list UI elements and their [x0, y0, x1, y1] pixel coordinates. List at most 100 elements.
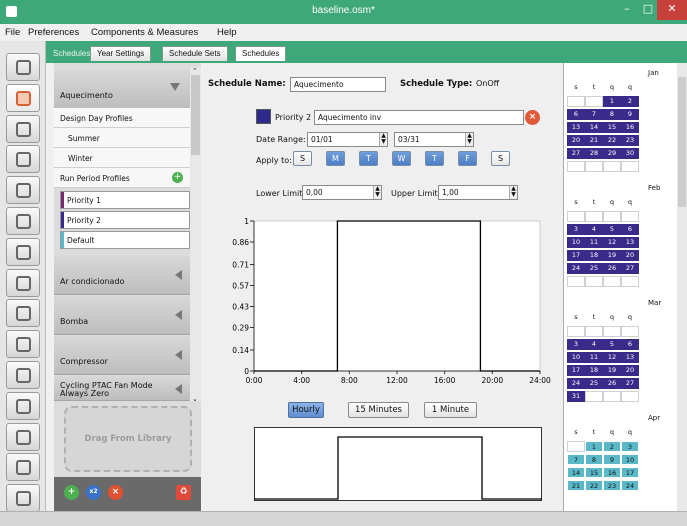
remove-icon[interactable]: × — [108, 485, 123, 500]
spaces-icon[interactable] — [6, 268, 40, 297]
schedule-header-aquecimento[interactable]: Aquecimento — [54, 70, 190, 109]
calendar-day[interactable]: 4 — [585, 224, 603, 235]
calendar-day[interactable]: 31 — [567, 391, 585, 402]
menu-preferences[interactable]: Preferences — [28, 27, 79, 38]
calendar-day[interactable]: 20 — [621, 365, 639, 376]
profile-name-input[interactable]: Aquecimento inv — [314, 110, 524, 125]
calendar-day[interactable]: 19 — [603, 250, 621, 261]
calendar-day[interactable] — [567, 326, 585, 337]
add-profile-icon[interactable]: + — [172, 172, 183, 183]
calendar-day[interactable]: 20 — [567, 135, 585, 146]
calendar-day[interactable] — [585, 211, 603, 222]
calendar-day[interactable] — [603, 326, 621, 337]
day-sunday-button[interactable]: S — [293, 151, 312, 166]
calendar-day[interactable]: 6 — [567, 109, 585, 120]
run-icon[interactable] — [6, 453, 40, 482]
calendar-day[interactable]: 14 — [585, 122, 603, 133]
calendar-day[interactable]: 24 — [621, 480, 639, 491]
results-icon[interactable] — [6, 484, 40, 513]
loads-icon[interactable] — [6, 145, 40, 174]
lower-limit-spinner[interactable]: ▲ ▼ — [373, 186, 381, 199]
calendar-day[interactable] — [567, 161, 585, 172]
calendar-day[interactable]: 16 — [603, 467, 621, 478]
calendar-day[interactable] — [567, 276, 585, 287]
calendar-day[interactable]: 30 — [621, 148, 639, 159]
calendar-day[interactable] — [621, 161, 639, 172]
calendar-day[interactable]: 13 — [621, 237, 639, 248]
calendar-day[interactable]: 8 — [603, 109, 621, 120]
calendar-day[interactable]: 10 — [567, 352, 585, 363]
calendar-day[interactable]: 23 — [621, 135, 639, 146]
calendar-day[interactable]: 1 — [585, 441, 603, 452]
schedule-name-input[interactable]: Aquecimento — [290, 77, 386, 92]
thermal-zones-icon[interactable] — [6, 299, 40, 328]
constructions-icon[interactable] — [6, 114, 40, 143]
calendar-day[interactable]: 19 — [603, 365, 621, 376]
date-start-spinner[interactable]: ▲ ▼ — [379, 133, 387, 146]
menu-help[interactable]: Help — [217, 27, 237, 38]
minimize-icon[interactable]: – — [617, 0, 637, 20]
facility-icon[interactable] — [6, 237, 40, 266]
date-end-spinner[interactable]: ▲ ▼ — [465, 133, 473, 146]
calendar-day[interactable]: 29 — [603, 148, 621, 159]
day-friday-button[interactable]: F — [458, 151, 477, 166]
schedule-header-ar-condicionado[interactable]: Ar condicionado — [54, 256, 190, 295]
calendar-day[interactable]: 2 — [621, 96, 639, 107]
calendar-day[interactable]: 3 — [567, 224, 585, 235]
calendar-day[interactable]: 21 — [585, 135, 603, 146]
simulation-settings-icon[interactable] — [6, 391, 40, 420]
calendar-day[interactable] — [621, 211, 639, 222]
geometry-icon[interactable] — [6, 207, 40, 235]
day-profile-overview[interactable] — [254, 427, 542, 501]
calendar-day[interactable]: 22 — [585, 480, 603, 491]
calendar-scrollbar[interactable] — [677, 63, 687, 511]
calendar-day[interactable]: 25 — [585, 263, 603, 274]
profile-priority-1[interactable]: Priority 1 — [60, 191, 190, 209]
calendar-day[interactable] — [621, 391, 639, 402]
calendar-day[interactable]: 8 — [585, 454, 603, 465]
calendar-day[interactable] — [585, 96, 603, 107]
calendar-day[interactable]: 21 — [567, 480, 585, 491]
calendar-day[interactable] — [585, 391, 603, 402]
calendar-scrollbar-thumb[interactable] — [678, 77, 686, 207]
day-profile-chart[interactable]: 1 0.86 0.71 0.57 0.43 0.29 0.14 00:00 4:00 8:00 12… — [202, 211, 562, 391]
calendar-day[interactable]: 12 — [603, 237, 621, 248]
calendar-day[interactable]: 18 — [585, 365, 603, 376]
calendar-day[interactable]: 18 — [585, 250, 603, 261]
calendar-day[interactable]: 15 — [585, 467, 603, 478]
calendar-day[interactable]: 16 — [621, 122, 639, 133]
calendar-day[interactable]: 26 — [603, 378, 621, 389]
close-icon[interactable]: ✕ — [657, 0, 687, 20]
priority-color-swatch[interactable] — [256, 109, 271, 124]
calendar-day[interactable] — [567, 96, 585, 107]
site-icon[interactable] — [6, 53, 40, 81]
calendar-day[interactable]: 22 — [603, 135, 621, 146]
calendar-day[interactable]: 24 — [567, 378, 585, 389]
calendar-day[interactable]: 2 — [603, 441, 621, 452]
calendar-day[interactable]: 6 — [621, 339, 639, 350]
add-icon[interactable]: + — [64, 485, 79, 500]
upper-limit-spinner[interactable]: ▲ ▼ — [509, 186, 517, 199]
calendar-day[interactable]: 6 — [621, 224, 639, 235]
tab-schedule-sets[interactable]: Schedule Sets — [162, 46, 228, 61]
calendar-day[interactable] — [585, 326, 603, 337]
calendar-day[interactable] — [603, 211, 621, 222]
space-types-icon[interactable] — [6, 176, 40, 205]
calendar-day[interactable]: 27 — [621, 378, 639, 389]
menu-file[interactable]: File — [5, 27, 20, 38]
scroll-up-icon[interactable]: ⌃ — [192, 67, 198, 75]
calendar-day[interactable]: 3 — [567, 339, 585, 350]
calendar-day[interactable]: 7 — [585, 109, 603, 120]
calendar-day[interactable] — [621, 276, 639, 287]
day-saturday-button[interactable]: S — [491, 151, 510, 166]
calendar-day[interactable] — [585, 276, 603, 287]
calendar-day[interactable]: 15 — [603, 122, 621, 133]
calendar-day[interactable]: 27 — [621, 263, 639, 274]
drag-from-library-dropzone[interactable]: Drag From Library — [64, 406, 192, 472]
schedule-list-scrollbar[interactable]: ⌃ ⌄ — [190, 67, 201, 403]
one-minute-button[interactable]: 1 Minute — [424, 402, 477, 418]
calendar-day[interactable] — [567, 441, 585, 452]
calendar-day[interactable]: 7 — [567, 454, 585, 465]
profile-summer[interactable]: Summer — [54, 128, 190, 148]
day-monday-button[interactable]: M — [326, 151, 345, 166]
